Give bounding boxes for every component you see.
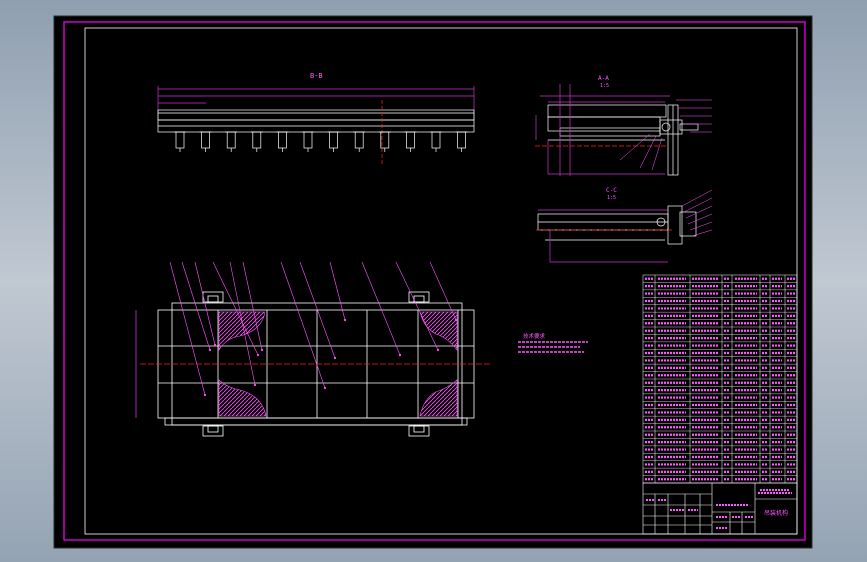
view-c-scale: 1:5 <box>607 195 616 201</box>
view-b-title: B-B <box>310 72 323 80</box>
drawing-name: 吊装机构 <box>764 509 788 517</box>
leader-dot <box>253 383 257 387</box>
leader-dot <box>260 348 264 352</box>
leader-dot <box>203 393 207 397</box>
leader-dot <box>436 348 440 352</box>
view-a-title: A-A <box>598 75 609 82</box>
cad-drawing-viewport[interactable]: B-B A-A 1:5 C-C 1:5 技术要求 吊装机构 <box>0 0 867 562</box>
leader-dot <box>333 356 337 360</box>
title-block-text: 吊装机构 <box>764 509 788 517</box>
view-a-scale: 1:5 <box>600 83 609 89</box>
view-c-title: C-C <box>606 187 617 194</box>
leader-dot <box>213 343 217 347</box>
leader-dot <box>208 348 212 352</box>
technical-notes-title: 技术要求 <box>523 332 546 340</box>
leader-dot <box>256 353 260 357</box>
leader-dot <box>323 386 327 390</box>
leader-dot <box>454 318 458 322</box>
leader-dot <box>398 353 402 357</box>
leader-dot <box>343 318 347 322</box>
